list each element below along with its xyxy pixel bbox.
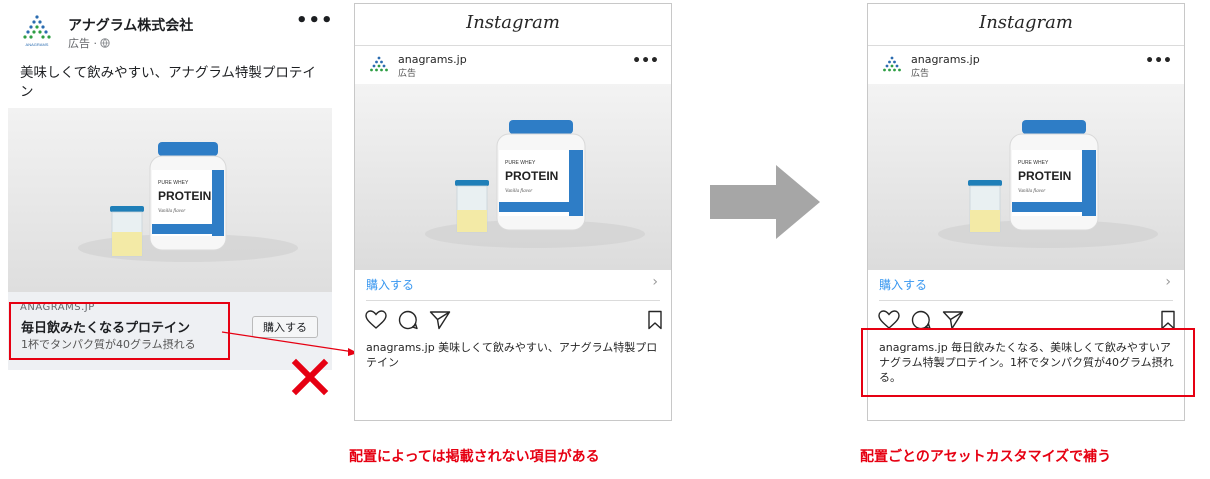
comment-icon[interactable] [397,310,419,330]
chevron-right-icon[interactable]: › [1165,274,1171,290]
protein-product-illustration: PURE WHEY PROTEIN Vanilla flavor [938,120,1158,248]
more-options-icon[interactable]: ••• [1145,54,1172,68]
tub-label-big: PROTEIN [505,169,558,183]
post-actions-bar [365,310,663,332]
protein-product-illustration: PURE WHEY PROTEIN Vanilla flavor [78,142,298,262]
tub-label-big: PROTEIN [158,189,211,203]
comment-icon[interactable] [910,310,932,330]
cross-mark-icon [291,358,329,396]
share-icon[interactable] [429,310,451,330]
chevron-right-icon[interactable]: › [652,274,658,290]
post-caption: anagrams.jp 美味しくて飲みやすい、アナグラム特製プロテイン [366,341,658,369]
anagrams-logo-icon: ANAGRAMS [23,15,51,47]
ad-primary-text: 美味しくて飲みやすい、アナグラム特製プロテイン [20,65,316,100]
logo-wordmark: ANAGRAMS [26,42,49,47]
tub-flavor: Vanilla flavor [505,189,532,194]
tub-label-small: PURE WHEY [1018,160,1049,166]
post-product-image[interactable]: PURE WHEY PROTEIN Vanilla flavor [355,84,671,270]
tub-flavor: Vanilla flavor [1018,189,1045,194]
sponsored-label: 広告 [911,69,930,79]
instagram-feed-ad-before: Instagram anagrams.jp 広告 ••• PURE WHEY P… [354,3,672,421]
header-divider [868,45,1184,46]
post-product-image[interactable]: PURE WHEY PROTEIN Vanilla flavor [868,84,1184,270]
buy-now-link[interactable]: 購入する [366,276,414,293]
page-name[interactable]: アナグラム株式会社 [68,15,193,35]
buy-now-link[interactable]: 購入する [879,276,927,293]
facebook-ad-header: ANAGRAMS アナグラム株式会社 広告 · ••• [8,8,334,52]
headline-highlight-box [9,302,230,360]
heart-icon[interactable] [365,310,387,330]
more-options-icon[interactable]: ••• [632,54,659,68]
caption-right: 配置ごとのアセットカスタマイズで補う [860,449,1112,465]
sponsored-label: 広告 [398,69,417,79]
tub-label-small: PURE WHEY [505,160,536,166]
bookmark-icon[interactable] [647,310,663,330]
tub-label-small: PURE WHEY [158,180,189,186]
header-divider [355,45,671,46]
sponsored-text: 広告 · [68,37,97,50]
bookmark-icon[interactable] [1160,310,1176,330]
tub-label-big: PROTEIN [1018,169,1071,183]
cta-divider [879,300,1173,301]
protein-product-illustration: PURE WHEY PROTEIN Vanilla flavor [425,120,645,248]
account-username[interactable]: anagrams.jp [911,53,980,66]
globe-icon [100,38,110,48]
share-icon[interactable] [942,310,964,330]
more-options-icon[interactable]: ••• [296,12,334,30]
instagram-app-title: Instagram [466,12,560,33]
caption-highlight-box [861,328,1195,397]
anagrams-logo-icon[interactable] [368,56,390,76]
instagram-app-title: Instagram [979,12,1073,33]
tub-flavor: Vanilla flavor [158,209,185,214]
sponsored-label: 広告 · [68,35,110,51]
account-username[interactable]: anagrams.jp [398,53,467,66]
caption-left: 配置によっては掲載されない項目がある [349,449,600,465]
transition-arrow-icon [710,165,820,239]
anagrams-logo-icon[interactable] [881,56,903,76]
ad-product-image[interactable]: PURE WHEY PROTEIN Vanilla flavor [8,108,332,292]
heart-icon[interactable] [878,310,900,330]
cta-divider [366,300,660,301]
